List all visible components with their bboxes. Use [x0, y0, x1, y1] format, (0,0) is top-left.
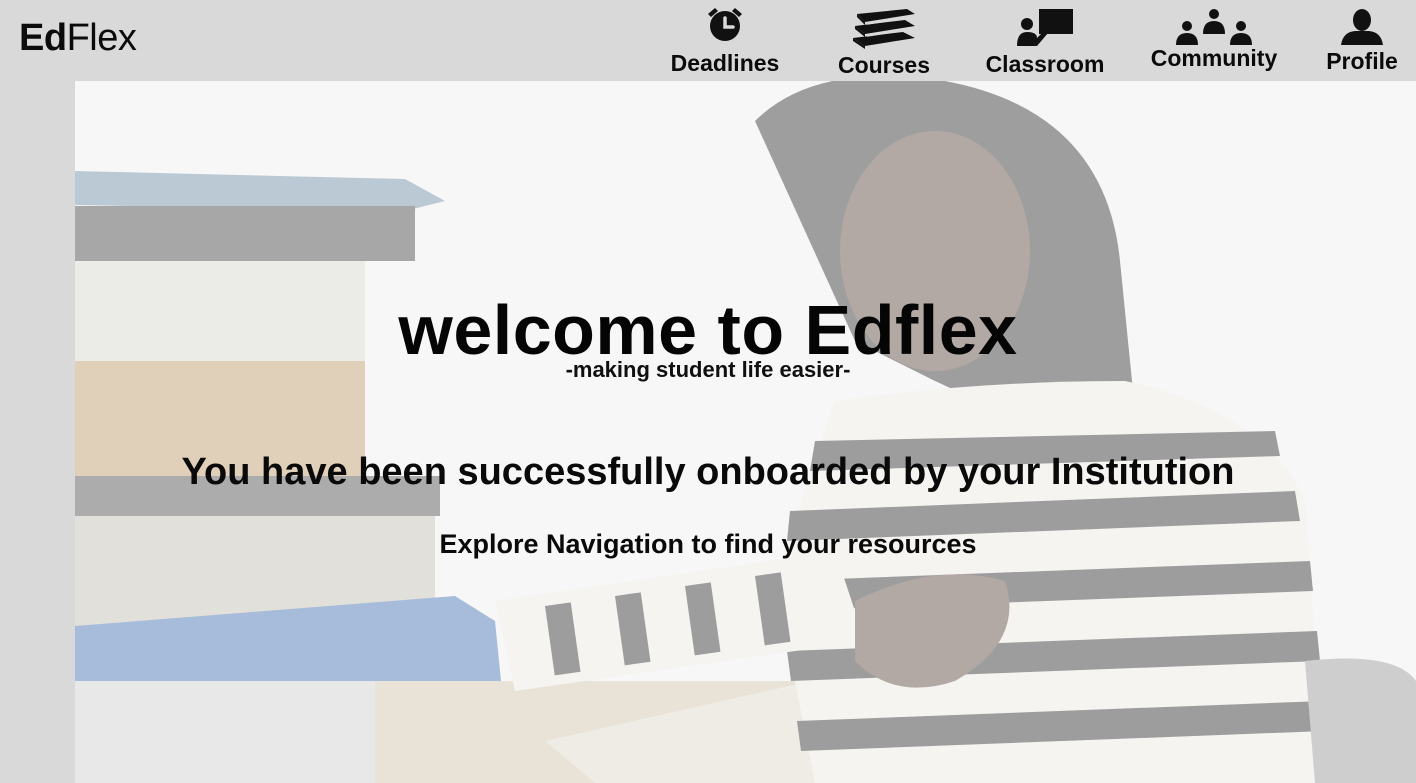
nav-item-classroom[interactable]: Classroom — [980, 0, 1110, 81]
logo-light-part: Flex — [66, 17, 137, 59]
nav-label-profile: Profile — [1326, 48, 1398, 74]
books-icon — [853, 9, 915, 49]
explore-hint: Explore Navigation to find your resource… — [439, 529, 977, 559]
edflex-logo[interactable]: EdFlex — [19, 16, 137, 60]
hero-banner — [75, 81, 1416, 783]
onboarded-message: You have been successfully onboarded by … — [181, 451, 1235, 493]
nav-label-deadlines: Deadlines — [670, 50, 780, 76]
profile-icon — [1341, 9, 1383, 45]
nav-item-community[interactable]: Community — [1144, 0, 1284, 81]
community-icon — [1176, 9, 1252, 45]
nav-label-classroom: Classroom — [985, 51, 1105, 77]
nav-item-courses[interactable]: Courses — [830, 0, 938, 81]
nav-label-courses: Courses — [837, 52, 931, 78]
classroom-icon — [1017, 9, 1073, 46]
image-overlay — [75, 81, 1416, 783]
nav-item-profile[interactable]: Profile — [1318, 0, 1406, 81]
alarm-clock-icon — [708, 8, 742, 41]
tagline: -making student life easier- — [565, 357, 851, 382]
nav-item-deadlines[interactable]: Deadlines — [664, 0, 786, 81]
nav-label-community: Community — [1150, 45, 1278, 71]
top-navigation-bar: EdFlex Deadlines Courses Classroom Commu… — [0, 0, 1416, 81]
logo-bold-part: Ed — [19, 17, 67, 59]
